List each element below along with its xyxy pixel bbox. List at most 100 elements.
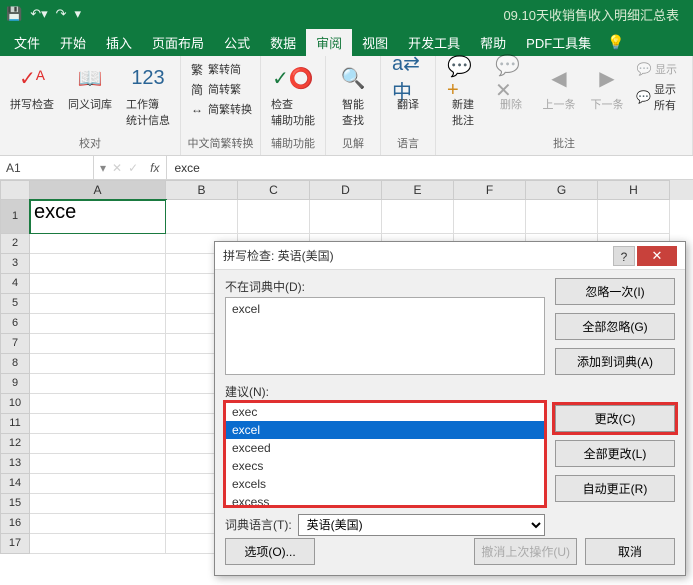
chinese-convert-button[interactable]: ↔简繁转换 (187, 100, 254, 118)
col-header-G[interactable]: G (526, 180, 598, 200)
menu-insert[interactable]: 插入 (96, 29, 142, 56)
add-to-dict-button[interactable]: 添加到词典(A) (555, 348, 675, 375)
row-header-14[interactable]: 14 (0, 474, 30, 494)
cell-B1[interactable] (166, 200, 238, 234)
col-header-B[interactable]: B (166, 180, 238, 200)
row-header-3[interactable]: 3 (0, 254, 30, 274)
col-header-F[interactable]: F (454, 180, 526, 200)
trad-to-simp-button[interactable]: 繁繁转简 (187, 60, 254, 78)
cell-A6[interactable] (30, 314, 166, 334)
row-header-9[interactable]: 9 (0, 374, 30, 394)
dialog-help-button[interactable]: ? (613, 246, 635, 266)
suggestion-item[interactable]: excels (226, 475, 544, 493)
undo-icon[interactable]: ↶▾ (30, 6, 47, 22)
row-header-4[interactable]: 4 (0, 274, 30, 294)
row-header-16[interactable]: 16 (0, 514, 30, 534)
cell-F1[interactable] (454, 200, 526, 234)
cell-C1[interactable] (238, 200, 310, 234)
col-header-C[interactable]: C (238, 180, 310, 200)
row-header-1[interactable]: 1 (0, 200, 30, 234)
cell-A7[interactable] (30, 334, 166, 354)
menu-data[interactable]: 数据 (260, 29, 306, 56)
row-header-12[interactable]: 12 (0, 434, 30, 454)
row-header-15[interactable]: 15 (0, 494, 30, 514)
cell-A5[interactable] (30, 294, 166, 314)
suggestion-item[interactable]: excess (226, 493, 544, 506)
cell-A1[interactable]: exce (30, 200, 166, 234)
save-icon[interactable]: 💾 (6, 6, 22, 22)
change-button[interactable]: 更改(C) (555, 405, 675, 432)
cell-A4[interactable] (30, 274, 166, 294)
check-accessibility-button[interactable]: ✓⭕ 检查 辅助功能 (267, 60, 319, 130)
suggestion-item[interactable]: excel (226, 421, 544, 439)
menu-home[interactable]: 开始 (50, 29, 96, 56)
tell-me-icon[interactable]: 💡 (607, 34, 624, 51)
suggestion-item[interactable]: exceed (226, 439, 544, 457)
autocorrect-button[interactable]: 自动更正(R) (555, 475, 675, 502)
col-header-A[interactable]: A (30, 180, 166, 200)
simp-to-trad-button[interactable]: 简简转繁 (187, 80, 254, 98)
name-box[interactable]: A1 (0, 156, 94, 179)
menu-page-layout[interactable]: 页面布局 (142, 29, 214, 56)
cell-A15[interactable] (30, 494, 166, 514)
smart-lookup-button[interactable]: 🔍 智能 查找 (332, 60, 374, 130)
redo-icon[interactable]: ↷ (56, 6, 67, 22)
qat-customize-icon[interactable]: ▾ (75, 6, 82, 22)
cell-D1[interactable] (310, 200, 382, 234)
cell-A8[interactable] (30, 354, 166, 374)
cell-A13[interactable] (30, 454, 166, 474)
menu-formulas[interactable]: 公式 (214, 29, 260, 56)
row-header-5[interactable]: 5 (0, 294, 30, 314)
confirm-entry-icon[interactable]: ✓ (128, 161, 138, 175)
cell-A17[interactable] (30, 534, 166, 554)
cell-H1[interactable] (598, 200, 670, 234)
col-header-D[interactable]: D (310, 180, 382, 200)
suggestion-item[interactable]: execs (226, 457, 544, 475)
col-header-H[interactable]: H (598, 180, 670, 200)
spellcheck-button[interactable]: ✓ᴬ 拼写检查 (6, 60, 58, 114)
show-all-comments-button[interactable]: 💬显示所有 (634, 80, 686, 114)
menu-file[interactable]: 文件 (4, 29, 50, 56)
not-in-dict-field[interactable]: excel (225, 297, 545, 375)
row-header-7[interactable]: 7 (0, 334, 30, 354)
col-header-E[interactable]: E (382, 180, 454, 200)
cell-G1[interactable] (526, 200, 598, 234)
fx-icon[interactable]: fx (144, 156, 166, 179)
row-header-10[interactable]: 10 (0, 394, 30, 414)
cell-E1[interactable] (382, 200, 454, 234)
name-box-dropdown-icon[interactable]: ▾ (100, 161, 106, 175)
cell-A16[interactable] (30, 514, 166, 534)
ignore-once-button[interactable]: 忽略一次(I) (555, 278, 675, 305)
ignore-all-button[interactable]: 全部忽略(G) (555, 313, 675, 340)
cell-A14[interactable] (30, 474, 166, 494)
cell-A12[interactable] (30, 434, 166, 454)
dict-lang-select[interactable]: 英语(美国) (298, 514, 545, 536)
row-header-13[interactable]: 13 (0, 454, 30, 474)
suggestions-list[interactable]: execexcelexceedexecsexcelsexcess (225, 402, 545, 506)
select-all-corner[interactable] (0, 180, 30, 200)
thesaurus-button[interactable]: 📖 同义词库 (64, 60, 116, 114)
cancel-button[interactable]: 取消 (585, 538, 675, 565)
cell-A11[interactable] (30, 414, 166, 434)
dialog-close-button[interactable]: ✕ (637, 246, 677, 266)
new-comment-button[interactable]: 💬+ 新建 批注 (442, 60, 484, 130)
row-header-8[interactable]: 8 (0, 354, 30, 374)
suggestion-item[interactable]: exec (226, 403, 544, 421)
workbook-stats-button[interactable]: 123 工作簿 统计信息 (122, 60, 174, 130)
cell-A3[interactable] (30, 254, 166, 274)
row-header-2[interactable]: 2 (0, 234, 30, 254)
cell-A2[interactable] (30, 234, 166, 254)
cancel-entry-icon[interactable]: ✕ (112, 161, 122, 175)
row-header-6[interactable]: 6 (0, 314, 30, 334)
row-header-11[interactable]: 11 (0, 414, 30, 434)
dialog-titlebar[interactable]: 拼写检查: 英语(美国) ? ✕ (215, 242, 685, 270)
options-button[interactable]: 选项(O)... (225, 538, 315, 565)
row-header-17[interactable]: 17 (0, 534, 30, 554)
menu-review[interactable]: 审阅 (306, 29, 352, 56)
formula-input[interactable]: exce (167, 161, 693, 175)
cell-A9[interactable] (30, 374, 166, 394)
menu-help[interactable]: 帮助 (470, 29, 516, 56)
cell-A10[interactable] (30, 394, 166, 414)
change-all-button[interactable]: 全部更改(L) (555, 440, 675, 467)
translate-button[interactable]: a⇄中 翻译 (387, 60, 429, 114)
